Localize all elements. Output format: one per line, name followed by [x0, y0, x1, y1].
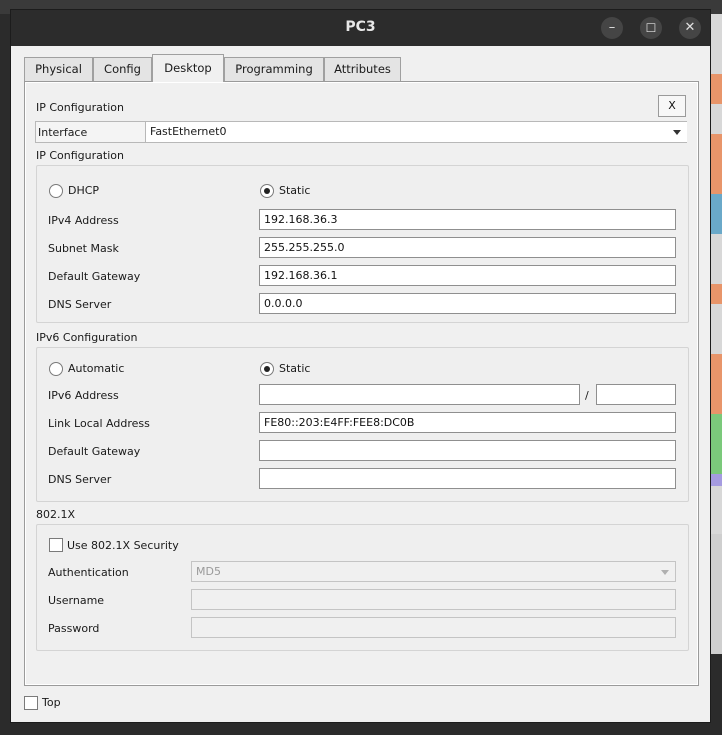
chevron-down-icon [661, 570, 669, 575]
subnet-mask-label: Subnet Mask [48, 242, 119, 255]
ipv4-address-label: IPv4 Address [48, 214, 119, 227]
tab-config[interactable]: Config [93, 57, 152, 81]
username-input[interactable] [191, 589, 676, 610]
ipv6-address-label: IPv6 Address [48, 389, 119, 402]
ipv6-dns-server-input[interactable] [259, 468, 676, 489]
password-label: Password [48, 622, 100, 635]
close-button[interactable]: ✕ [679, 17, 701, 39]
interface-row: Interface FastEthernet0 [35, 121, 687, 143]
dot1x-section-title: 802.1X [36, 508, 76, 521]
password-input[interactable] [191, 617, 676, 638]
username-label: Username [48, 594, 105, 607]
authentication-label: Authentication [48, 566, 129, 579]
top-checkbox[interactable] [24, 696, 38, 710]
ipv6-address-input[interactable] [259, 384, 580, 405]
dot1x-group: Use 802.1X Security Authentication MD5 U… [36, 524, 689, 651]
ipv6-static-radio[interactable] [260, 362, 274, 376]
interface-value: FastEthernet0 [150, 125, 227, 138]
ipv6-default-gateway-input[interactable] [259, 440, 676, 461]
dns-server-input[interactable] [259, 293, 676, 314]
ipv6-dns-server-label: DNS Server [48, 473, 112, 486]
close-panel-button[interactable]: X [658, 95, 686, 117]
authentication-value: MD5 [196, 565, 221, 578]
background-app-edge [710, 14, 722, 735]
ip-configuration-panel: IP Configuration X Interface FastEtherne… [25, 82, 698, 685]
top-label: Top [42, 696, 61, 709]
ipv4-address-input[interactable] [259, 209, 676, 230]
ipv6-static-label: Static [279, 362, 311, 375]
pc3-window: PC3 – ☐ ✕ Physical Config Desktop Progra… [10, 9, 711, 723]
use-8021x-label: Use 802.1X Security [67, 539, 179, 552]
static-radio[interactable] [260, 184, 274, 198]
authentication-select[interactable]: MD5 [191, 561, 676, 582]
ipv4-section-title: IP Configuration [36, 149, 124, 162]
ipv6-section-title: IPv6 Configuration [36, 331, 138, 344]
automatic-label: Automatic [68, 362, 125, 375]
prefix-slash: / [585, 389, 589, 402]
default-gateway-label: Default Gateway [48, 270, 141, 283]
panel-title: IP Configuration [36, 101, 124, 114]
use-8021x-checkbox[interactable] [49, 538, 63, 552]
desktop-tab-panel: IP Configuration X Interface FastEtherne… [24, 81, 699, 686]
tab-desktop[interactable]: Desktop [152, 54, 224, 82]
default-gateway-input[interactable] [259, 265, 676, 286]
maximize-button[interactable]: ☐ [640, 17, 662, 39]
dhcp-radio[interactable] [49, 184, 63, 198]
subnet-mask-input[interactable] [259, 237, 676, 258]
interface-select[interactable]: FastEthernet0 [145, 122, 687, 142]
static-label: Static [279, 184, 311, 197]
ipv6-group: Automatic Static IPv6 Address / Link Loc… [36, 347, 689, 502]
dhcp-label: DHCP [68, 184, 100, 197]
dns-server-label: DNS Server [48, 298, 112, 311]
chevron-down-icon [673, 130, 681, 135]
tab-attributes[interactable]: Attributes [324, 57, 401, 81]
interface-label: Interface [38, 126, 88, 139]
link-local-label: Link Local Address [48, 417, 150, 430]
tab-physical[interactable]: Physical [24, 57, 93, 81]
link-local-input[interactable] [259, 412, 676, 433]
ipv6-default-gateway-label: Default Gateway [48, 445, 141, 458]
ipv6-prefix-input[interactable] [596, 384, 676, 405]
title-bar[interactable]: PC3 – ☐ ✕ [11, 10, 710, 46]
automatic-radio[interactable] [49, 362, 63, 376]
minimize-button[interactable]: – [601, 17, 623, 39]
tab-programming[interactable]: Programming [224, 57, 324, 81]
ipv4-group: DHCP Static IPv4 Address Subnet Mask Def… [36, 165, 689, 323]
